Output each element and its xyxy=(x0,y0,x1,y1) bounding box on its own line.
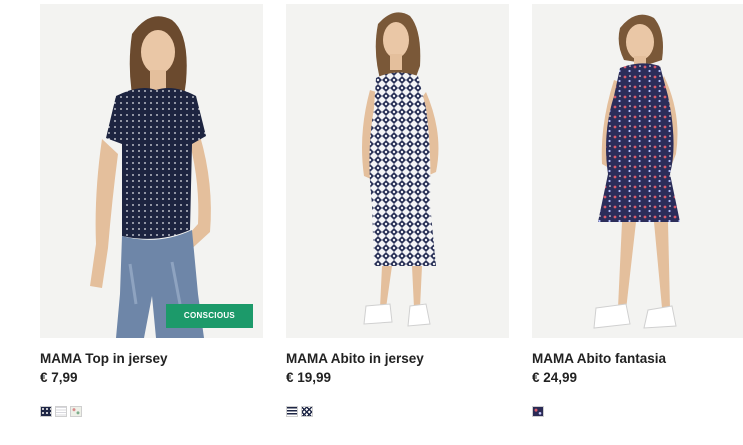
product-card[interactable]: CONSCIOUS MAMA Top in jersey € 7,99 xyxy=(40,0,265,417)
color-swatch-floral-light[interactable] xyxy=(70,406,82,417)
conscious-badge: CONSCIOUS xyxy=(166,304,253,328)
product-image-abito-jersey[interactable] xyxy=(286,4,509,338)
color-swatches xyxy=(40,406,265,417)
product-price: € 7,99 xyxy=(40,370,78,385)
color-swatch-navy-geo[interactable] xyxy=(301,406,313,417)
product-card[interactable]: MAMA Abito fantasia € 24,99 xyxy=(532,0,743,417)
color-swatches xyxy=(532,406,743,417)
color-swatch-navy-floral[interactable] xyxy=(532,406,544,417)
product-price: € 19,99 xyxy=(286,370,332,385)
product-image-top-jersey[interactable]: CONSCIOUS xyxy=(40,4,263,338)
product-price: € 24,99 xyxy=(532,370,578,385)
color-swatch-navy-dots[interactable] xyxy=(40,406,52,417)
product-photo xyxy=(593,14,680,329)
product-title[interactable]: MAMA Abito in jersey xyxy=(286,350,511,368)
product-grid: CONSCIOUS MAMA Top in jersey € 7,99 MAMA… xyxy=(0,0,743,445)
product-card[interactable]: MAMA Abito in jersey € 19,99 xyxy=(286,0,511,417)
color-swatch-navy-stripes[interactable] xyxy=(286,406,298,417)
product-title[interactable]: MAMA Top in jersey xyxy=(40,350,265,368)
product-photo xyxy=(90,16,211,338)
product-photo xyxy=(362,12,439,327)
color-swatches xyxy=(286,406,511,417)
product-title[interactable]: MAMA Abito fantasia xyxy=(532,350,743,368)
product-image-abito-fantasia[interactable] xyxy=(532,4,743,338)
color-swatch-grey-stripes[interactable] xyxy=(55,406,67,417)
